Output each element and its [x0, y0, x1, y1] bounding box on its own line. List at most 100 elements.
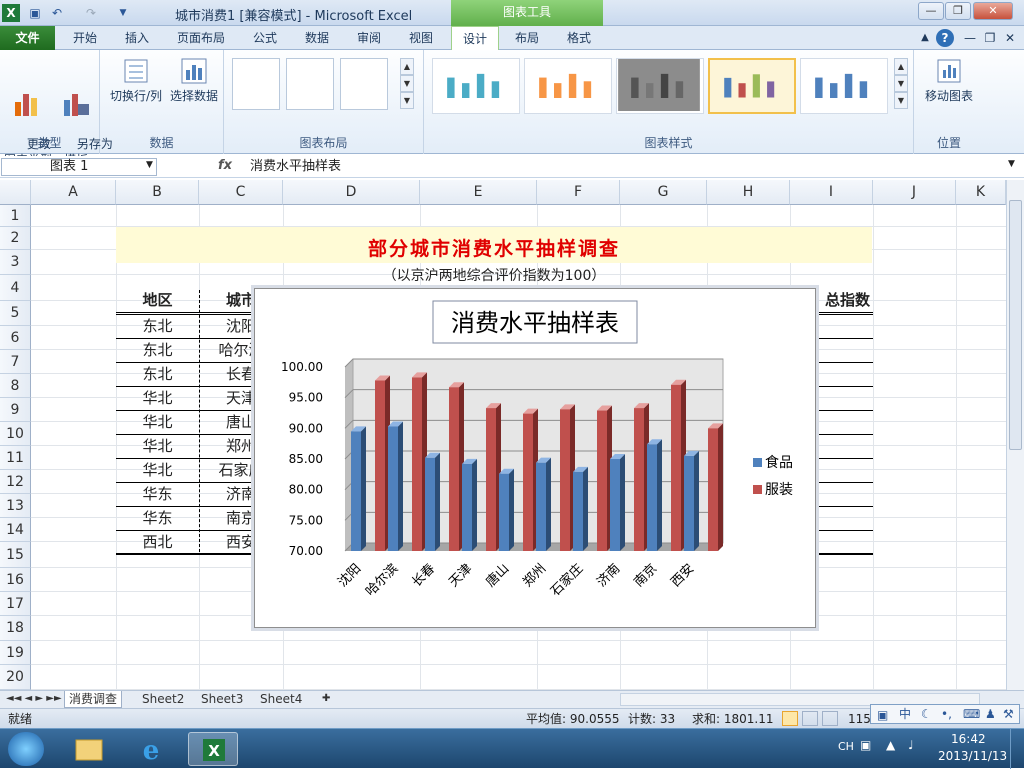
- normal-view-icon[interactable]: [782, 711, 798, 726]
- chart-style-teal-thumbnail[interactable]: [432, 58, 520, 114]
- excel-app-icon[interactable]: X: [2, 4, 20, 22]
- column-header-g[interactable]: G: [620, 180, 707, 205]
- chart-style-orange-thumbnail[interactable]: [524, 58, 612, 114]
- row-header-3[interactable]: 3: [0, 250, 31, 275]
- header-region[interactable]: 地区: [116, 288, 199, 312]
- tray-arrow-icon[interactable]: ▲: [886, 738, 895, 752]
- sheet-tab-2[interactable]: Sheet2: [138, 691, 188, 708]
- region-cell[interactable]: 华东: [116, 482, 199, 506]
- undo-icon[interactable]: ↶: [48, 4, 66, 22]
- workbook-minimize-icon[interactable]: —: [962, 26, 978, 50]
- layouts-more-icon[interactable]: ▼: [400, 92, 414, 109]
- explorer-taskbar-icon[interactable]: [64, 732, 114, 766]
- chart-layout-2-thumbnail[interactable]: [286, 58, 334, 110]
- clock-time[interactable]: 16:42: [951, 732, 986, 746]
- volume-icon[interactable]: ♩: [908, 738, 914, 752]
- tab-design[interactable]: 设计: [451, 26, 499, 50]
- row-header-5[interactable]: 5: [0, 301, 31, 326]
- row-header-17[interactable]: 17: [0, 592, 31, 616]
- styles-more-icon[interactable]: ▼: [894, 92, 908, 109]
- minimize-button[interactable]: —: [918, 2, 944, 20]
- region-cell[interactable]: 华北: [116, 434, 199, 458]
- ime-keyboard-icon[interactable]: ⌨: [963, 705, 980, 723]
- column-header-c[interactable]: C: [199, 180, 283, 205]
- row-header-20[interactable]: 20: [0, 665, 31, 690]
- row-header-6[interactable]: 6: [0, 326, 31, 350]
- chart-style-blue-thumbnail[interactable]: [800, 58, 888, 114]
- page-layout-view-icon[interactable]: [802, 711, 818, 726]
- insert-sheet-icon[interactable]: ✚: [318, 691, 334, 708]
- name-box[interactable]: 图表 1: [1, 158, 157, 176]
- row-header-15[interactable]: 15: [0, 542, 31, 568]
- ime-user-icon[interactable]: ♟: [985, 705, 996, 723]
- sheet-nav-icon[interactable]: ◄◄ ◄ ► ►►: [2, 691, 66, 708]
- column-header-h[interactable]: H: [707, 180, 790, 205]
- chart-object[interactable]: 消费水平抽样表 70.00 75.00 80.00 85.00 90.00 95.00 10…: [254, 288, 816, 628]
- sheet-tab-4[interactable]: Sheet4: [256, 691, 306, 708]
- row-header-14[interactable]: 14: [0, 518, 31, 542]
- column-header-f[interactable]: F: [537, 180, 620, 205]
- customize-quick-access-icon[interactable]: ▼: [114, 4, 132, 22]
- row-header-9[interactable]: 9: [0, 398, 31, 422]
- start-button[interactable]: [8, 732, 44, 766]
- sheet-tab-consumption[interactable]: 消费调查: [64, 691, 123, 708]
- ime-tray-icon[interactable]: ▣: [860, 738, 871, 752]
- name-box-dropdown-icon[interactable]: ▼: [146, 160, 153, 170]
- region-cell[interactable]: 西北: [116, 530, 199, 554]
- chart-layout-3-thumbnail[interactable]: [340, 58, 388, 110]
- chart-style-multicolor-thumbnail[interactable]: [708, 58, 796, 114]
- help-icon[interactable]: ?: [936, 29, 954, 47]
- excel-taskbar-icon[interactable]: X: [188, 732, 238, 766]
- tab-format[interactable]: 格式: [556, 26, 602, 50]
- tab-home[interactable]: 开始: [62, 26, 108, 50]
- page-break-view-icon[interactable]: [822, 711, 838, 726]
- switch-row-column-button[interactable]: 切换行/列: [106, 56, 166, 104]
- ime-punct-icon[interactable]: •,: [941, 705, 952, 723]
- formula-input[interactable]: 消费水平抽样表: [250, 158, 341, 176]
- row-header-19[interactable]: 19: [0, 641, 31, 665]
- clock-date[interactable]: 2013/11/13: [938, 749, 1007, 763]
- ime-toolbar[interactable]: ▣ 中 ☾ •, ⌨ ♟ ⚒: [870, 704, 1020, 724]
- workbook-close-icon[interactable]: ✕: [1002, 26, 1018, 50]
- region-cell[interactable]: 东北: [116, 338, 199, 362]
- region-cell[interactable]: 华东: [116, 506, 199, 530]
- vertical-scrollbar[interactable]: [1006, 180, 1024, 690]
- tab-file[interactable]: 文件: [0, 26, 55, 50]
- region-cell[interactable]: 华北: [116, 386, 199, 410]
- region-cell[interactable]: 华北: [116, 410, 199, 434]
- row-header-11[interactable]: 11: [0, 446, 31, 470]
- styles-scroll-down-icon[interactable]: ▼: [894, 75, 908, 92]
- chart-layout-1-thumbnail[interactable]: [232, 58, 280, 110]
- layouts-scroll-down-icon[interactable]: ▼: [400, 75, 414, 92]
- restore-button[interactable]: ❐: [945, 2, 971, 20]
- row-header-13[interactable]: 13: [0, 494, 31, 518]
- column-header-a[interactable]: A: [31, 180, 116, 205]
- scroll-thumb[interactable]: [1009, 200, 1022, 450]
- ime-language[interactable]: 中: [899, 705, 911, 723]
- collapse-ribbon-icon[interactable]: ▲: [918, 26, 932, 50]
- layouts-scroll-up-icon[interactable]: ▲: [400, 58, 414, 75]
- sheet-tab-3[interactable]: Sheet3: [197, 691, 247, 708]
- close-button[interactable]: ✕: [973, 2, 1013, 20]
- select-data-button[interactable]: 选择数据: [168, 56, 220, 104]
- ie-taskbar-icon[interactable]: e: [126, 732, 176, 766]
- chart-style-gray-thumbnail[interactable]: [616, 58, 704, 114]
- redo-icon[interactable]: ↷: [82, 4, 100, 22]
- column-header-b[interactable]: B: [116, 180, 199, 205]
- column-header-e[interactable]: E: [420, 180, 537, 205]
- save-icon[interactable]: ▣: [26, 4, 44, 22]
- column-header-i[interactable]: I: [790, 180, 873, 205]
- row-header-2[interactable]: 2: [0, 227, 31, 250]
- row-header-18[interactable]: 18: [0, 616, 31, 641]
- row-header-1[interactable]: 1: [0, 205, 31, 227]
- move-chart-button[interactable]: 移动图表: [916, 56, 982, 104]
- tab-formulas[interactable]: 公式: [242, 26, 288, 50]
- column-header-j[interactable]: J: [873, 180, 956, 205]
- row-header-12[interactable]: 12: [0, 470, 31, 494]
- tab-insert[interactable]: 插入: [114, 26, 160, 50]
- region-cell[interactable]: 东北: [116, 314, 199, 338]
- insert-function-icon[interactable]: fx: [218, 158, 232, 173]
- column-header-d[interactable]: D: [283, 180, 420, 205]
- select-all-corner[interactable]: [0, 180, 31, 205]
- ime-tools-icon[interactable]: ⚒: [1003, 705, 1014, 723]
